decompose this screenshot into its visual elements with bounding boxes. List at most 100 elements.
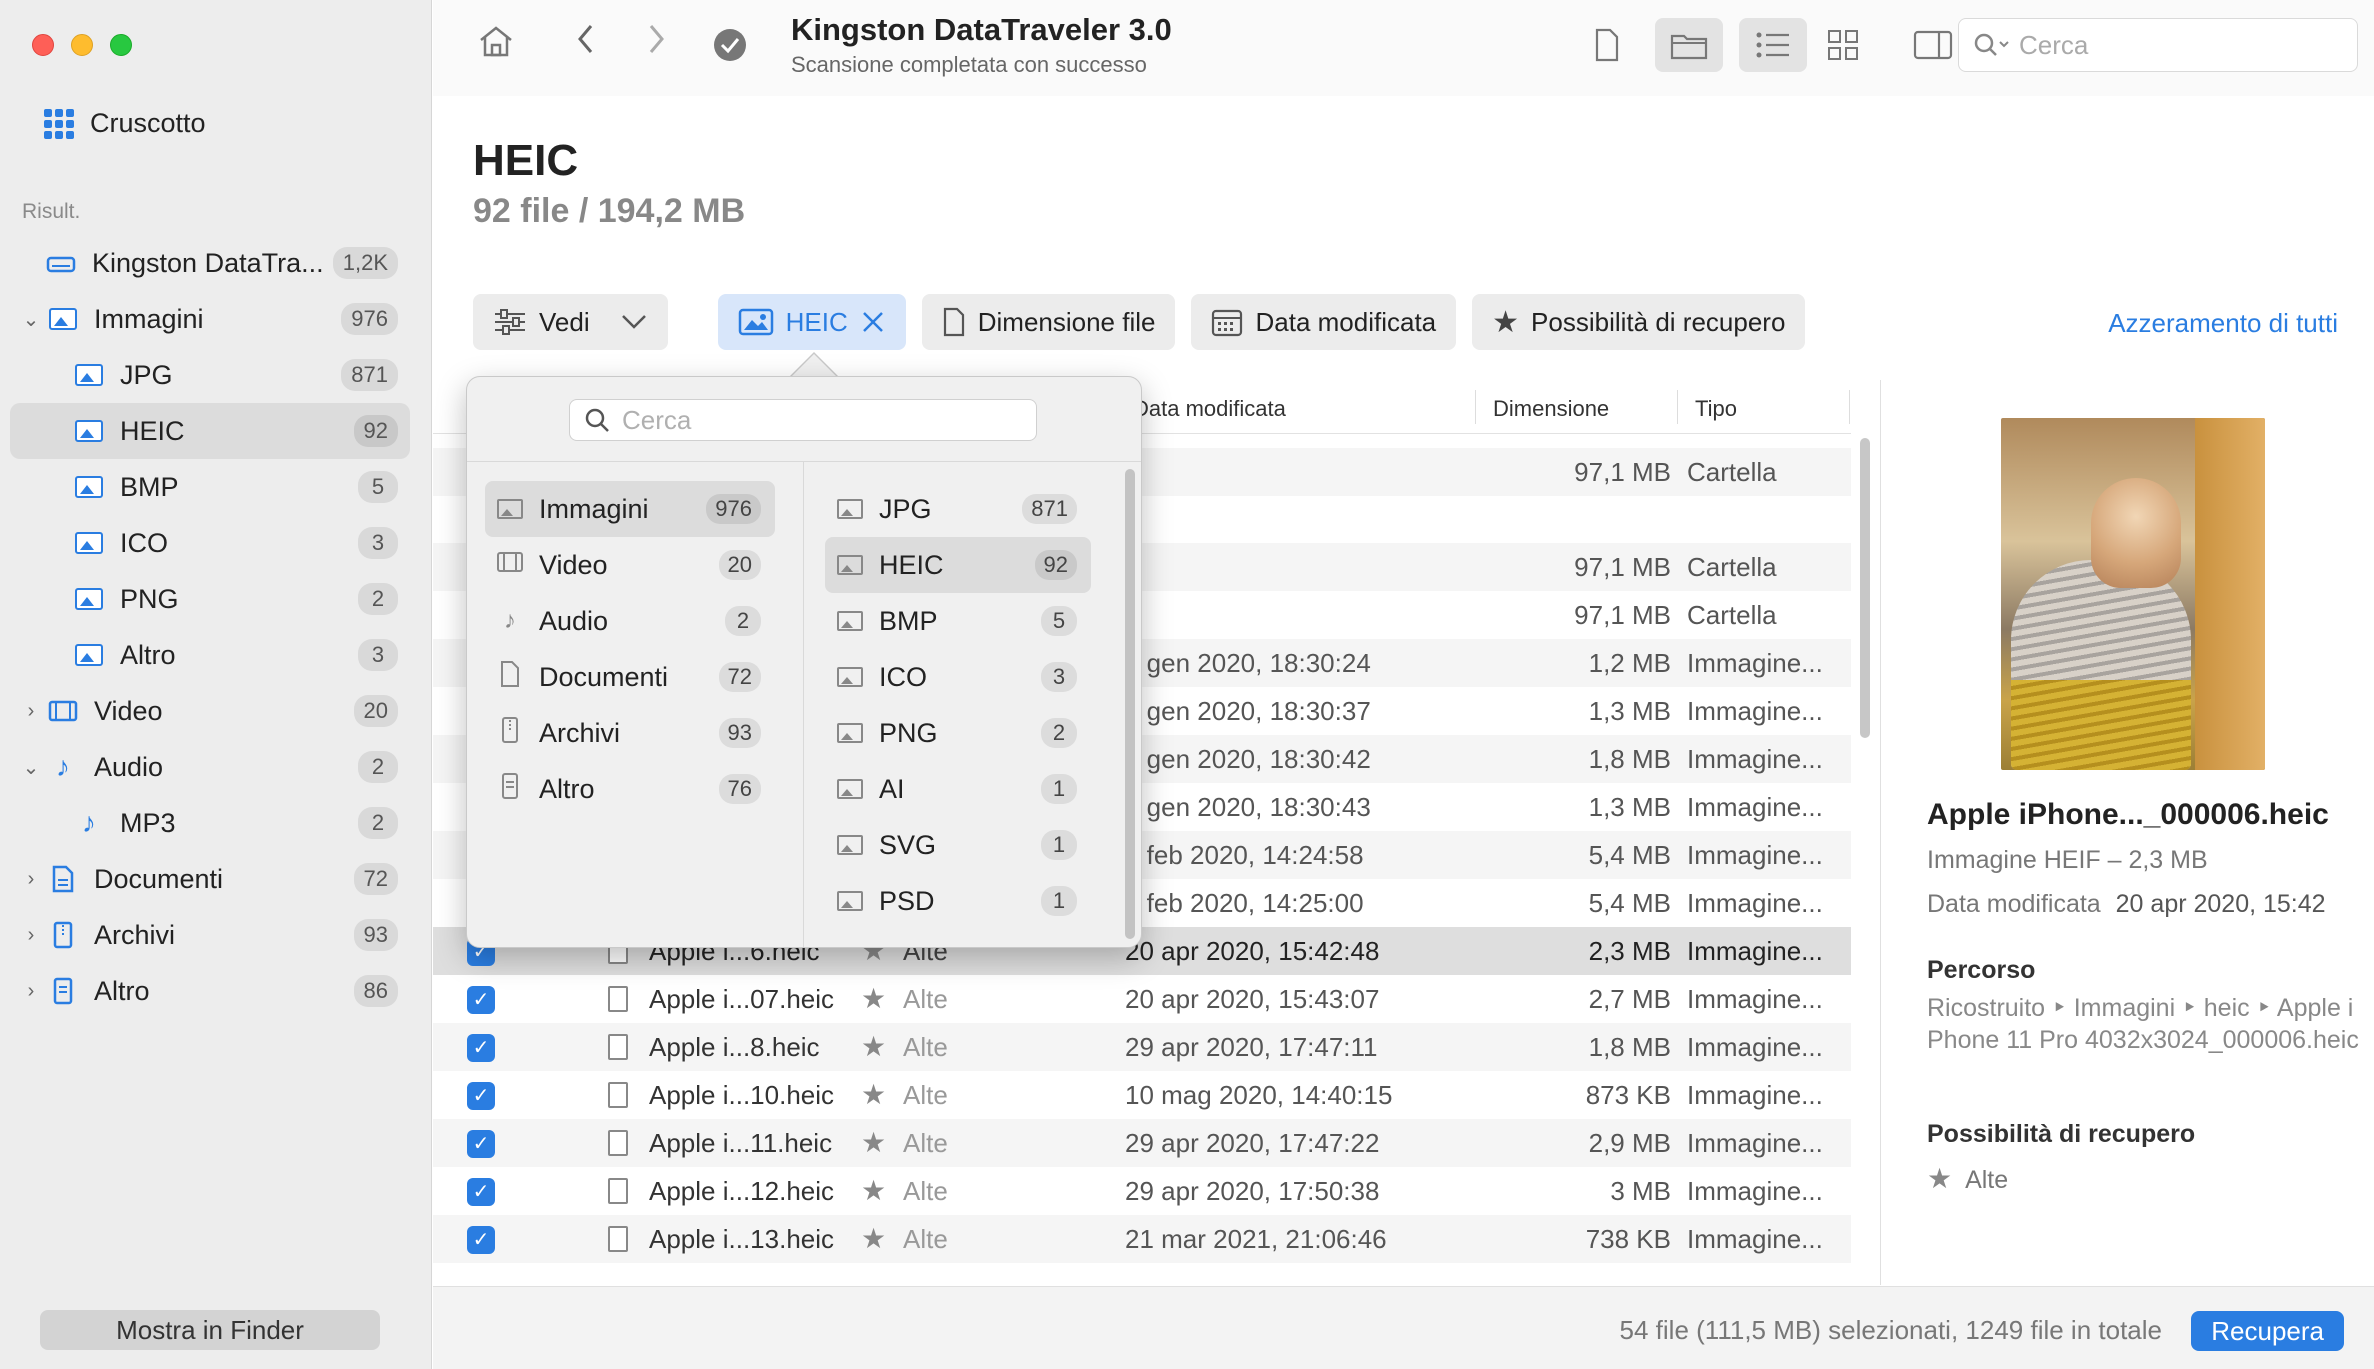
format-item-png[interactable]: PNG 2 bbox=[825, 705, 1091, 761]
format-item-psd[interactable]: PSD 1 bbox=[825, 873, 1091, 929]
row-size: 1,8 MB bbox=[1588, 1032, 1671, 1062]
format-item-ico[interactable]: ICO 3 bbox=[825, 649, 1091, 705]
table-row[interactable]: ✓ Apple i...13.heic ★ Alte 21 mar 2021, … bbox=[433, 1215, 1851, 1263]
image-icon bbox=[837, 499, 863, 519]
file-size-filter-button[interactable]: Dimensione file bbox=[921, 294, 1176, 350]
sidebar-item-images[interactable]: ⌄ Immagini 976 bbox=[10, 291, 410, 347]
format-item-jpg[interactable]: JPG 871 bbox=[825, 481, 1091, 537]
format-item-svg[interactable]: SVG 1 bbox=[825, 817, 1091, 873]
popover-search-input[interactable]: Cerca bbox=[569, 399, 1037, 441]
sidebar-item-bmp[interactable]: BMP 5 bbox=[10, 459, 410, 515]
heic-filter-chip[interactable]: HEIC bbox=[717, 294, 906, 350]
view-dropdown-button[interactable]: Vedi bbox=[473, 294, 668, 350]
column-type[interactable]: Tipo bbox=[1695, 396, 1737, 422]
category-item-archives[interactable]: Archivi 93 bbox=[485, 705, 775, 761]
chevron-down-icon[interactable]: ⌄ bbox=[16, 307, 46, 332]
preview-panel-toggle[interactable] bbox=[1899, 18, 1967, 72]
image-icon bbox=[46, 306, 80, 332]
row-type: Immagine... bbox=[1687, 648, 1823, 678]
row-checkbox[interactable]: ✓ bbox=[467, 1082, 495, 1110]
row-checkbox[interactable]: ✓ bbox=[467, 1130, 495, 1158]
back-icon[interactable] bbox=[575, 22, 597, 65]
chevron-right-icon[interactable]: › bbox=[16, 980, 46, 1003]
table-row[interactable]: ✓ Apple i...07.heic ★ Alte 20 apr 2020, … bbox=[433, 975, 1851, 1023]
format-label: AI bbox=[879, 773, 905, 804]
sidebar-item-jpg[interactable]: JPG 871 bbox=[10, 347, 410, 403]
preview-panel: Apple iPhone..._000006.heic Immagine HEI… bbox=[1880, 380, 2374, 1285]
document-icon bbox=[497, 660, 523, 694]
column-size[interactable]: Dimensione bbox=[1493, 396, 1609, 422]
sidebar-item-documents[interactable]: › Documenti 72 bbox=[10, 851, 410, 907]
zoom-window-button[interactable] bbox=[110, 34, 132, 56]
sidebar-item-archives[interactable]: › Archivi 93 bbox=[10, 907, 410, 963]
reset-all-filters-link[interactable]: Azzeramento di tutti bbox=[2108, 308, 2338, 339]
category-item-audio[interactable]: ♪ Audio 2 bbox=[485, 593, 775, 649]
close-icon[interactable] bbox=[860, 309, 886, 335]
sidebar-item-images-other[interactable]: Altro 3 bbox=[10, 627, 410, 683]
row-checkbox[interactable]: ✓ bbox=[467, 1226, 495, 1254]
format-item-bmp[interactable]: BMP 5 bbox=[825, 593, 1091, 649]
search-input[interactable]: Cerca bbox=[1958, 18, 2358, 72]
column-date-modified[interactable]: Data modificata bbox=[1133, 396, 1286, 422]
chevron-right-icon[interactable]: › bbox=[16, 700, 46, 723]
sidebar-results-list: Kingston DataTra... 1,2K ⌄ Immagini 976 … bbox=[10, 235, 410, 1019]
show-in-finder-button[interactable]: Mostra in Finder bbox=[40, 1310, 380, 1350]
format-list: JPG 871 HEIC 92 BMP 5 ICO 3 PNG 2 AI 1 S… bbox=[825, 481, 1091, 929]
popover-scrollbar[interactable] bbox=[1125, 469, 1135, 939]
image-icon bbox=[837, 891, 863, 911]
close-window-button[interactable] bbox=[32, 34, 54, 56]
sidebar-item-png[interactable]: PNG 2 bbox=[10, 571, 410, 627]
image-icon bbox=[72, 474, 106, 500]
chevron-right-icon[interactable]: › bbox=[16, 924, 46, 947]
category-item-video[interactable]: Video 20 bbox=[485, 537, 775, 593]
file-icon bbox=[608, 1034, 628, 1060]
sidebar-item-dashboard[interactable]: Cruscotto bbox=[44, 108, 206, 139]
minimize-window-button[interactable] bbox=[71, 34, 93, 56]
category-item-other[interactable]: Altro 76 bbox=[485, 761, 775, 817]
sidebar-item-ico[interactable]: ICO 3 bbox=[10, 515, 410, 571]
list-view-button[interactable] bbox=[1739, 18, 1807, 72]
sidebar-item-audio[interactable]: ⌄ ♪ Audio 2 bbox=[10, 739, 410, 795]
table-row[interactable]: ✓ Apple i...12.heic ★ Alte 29 apr 2020, … bbox=[433, 1167, 1851, 1215]
date-modified-filter-label: Data modificata bbox=[1255, 306, 1437, 337]
table-row[interactable]: ✓ Apple i...11.heic ★ Alte 29 apr 2020, … bbox=[433, 1119, 1851, 1167]
image-icon bbox=[72, 642, 106, 668]
image-icon bbox=[72, 418, 106, 444]
sidebar-item-label: HEIC bbox=[120, 415, 185, 446]
file-icon bbox=[608, 1178, 628, 1204]
format-item-ai[interactable]: AI 1 bbox=[825, 761, 1091, 817]
row-checkbox[interactable]: ✓ bbox=[467, 1034, 495, 1062]
sidebar-item-other[interactable]: › Altro 86 bbox=[10, 963, 410, 1019]
sidebar-item-video[interactable]: › Video 20 bbox=[10, 683, 410, 739]
chevron-down-icon[interactable]: ⌄ bbox=[16, 755, 46, 780]
row-checkbox[interactable]: ✓ bbox=[467, 986, 495, 1014]
sidebar-item-drive[interactable]: Kingston DataTra... 1,2K bbox=[10, 235, 410, 291]
file-size-filter-label: Dimensione file bbox=[977, 306, 1156, 337]
file-view-button[interactable] bbox=[1573, 18, 1641, 72]
format-label: HEIC bbox=[879, 549, 944, 580]
home-icon[interactable] bbox=[477, 24, 515, 67]
image-icon bbox=[72, 530, 106, 556]
forward-icon[interactable] bbox=[645, 22, 667, 65]
sidebar-item-heic[interactable]: HEIC 92 bbox=[10, 403, 410, 459]
table-scrollbar[interactable] bbox=[1860, 438, 1870, 738]
chevron-right-icon[interactable]: › bbox=[16, 868, 46, 891]
sidebar-item-mp3[interactable]: ♪ MP3 2 bbox=[10, 795, 410, 851]
recover-button[interactable]: Recupera bbox=[2191, 1311, 2344, 1351]
format-item-heic[interactable]: HEIC 92 bbox=[825, 537, 1091, 593]
filter-bar: Vedi HEIC Dimensione file Data modificat… bbox=[473, 294, 1806, 350]
row-checkbox[interactable]: ✓ bbox=[467, 1178, 495, 1206]
archive-icon bbox=[46, 921, 80, 949]
recovery-chance-filter-button[interactable]: ★ Possibilità di recupero bbox=[1472, 294, 1806, 350]
format-label: SVG bbox=[879, 829, 937, 860]
category-item-images[interactable]: Immagini 976 bbox=[485, 481, 775, 537]
category-item-documents[interactable]: Documenti 72 bbox=[485, 649, 775, 705]
table-row[interactable]: ✓ Apple i...8.heic ★ Alte 29 apr 2020, 1… bbox=[433, 1023, 1851, 1071]
sliders-icon bbox=[495, 309, 525, 335]
table-row[interactable]: ✓ Apple i...10.heic ★ Alte 10 mag 2020, … bbox=[433, 1071, 1851, 1119]
count-badge: 3 bbox=[358, 527, 398, 559]
row-size: 2,3 MB bbox=[1588, 936, 1671, 966]
folder-view-button[interactable] bbox=[1655, 18, 1723, 72]
grid-view-button[interactable] bbox=[1809, 18, 1877, 72]
date-modified-filter-button[interactable]: Data modificata bbox=[1191, 294, 1457, 350]
